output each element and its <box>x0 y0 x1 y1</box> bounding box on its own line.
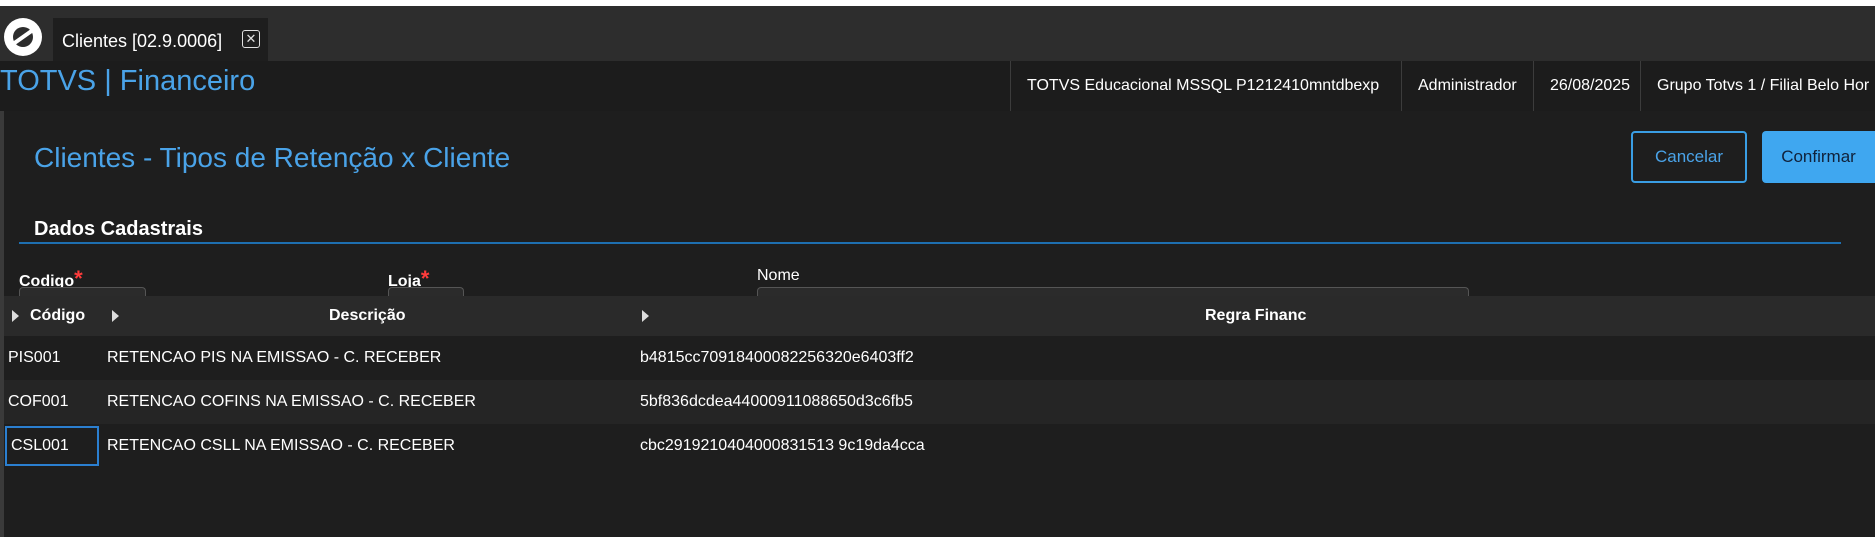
cell-descricao[interactable]: RETENCAO PIS NA EMISSAO - C. RECEBER <box>107 336 441 380</box>
caret-right-icon[interactable] <box>12 310 19 322</box>
cell-codigo[interactable]: PIS001 <box>8 336 60 380</box>
cell-descricao[interactable]: RETENCAO CSLL NA EMISSAO - C. RECEBER <box>107 424 455 468</box>
cell-codigo[interactable]: CSL001 <box>11 424 69 468</box>
confirm-button[interactable]: Confirmar <box>1762 131 1875 183</box>
date-info[interactable]: 26/08/2025 <box>1533 61 1656 111</box>
tab-bar: Clientes [02.9.0006] ✕ <box>0 6 1875 65</box>
page-title: Clientes - Tipos de Retenção x Cliente <box>34 142 511 173</box>
section-divider <box>19 242 1841 244</box>
column-header-regra[interactable]: Regra Financ <box>1205 296 1306 336</box>
cancel-button[interactable]: Cancelar <box>1631 131 1747 183</box>
tab-label: Clientes [02.9.0006] <box>62 31 223 51</box>
caret-right-icon[interactable] <box>112 310 119 322</box>
environment-info[interactable]: TOTVS Educacional MSSQL P1212410mntdbexp <box>1010 61 1417 111</box>
caret-right-icon[interactable] <box>642 310 649 322</box>
branch-info[interactable]: Grupo Totvs 1 / Filial Belo Hor <box>1640 61 1875 111</box>
column-header-descricao[interactable]: Descrição <box>329 296 406 336</box>
column-header-codigo[interactable]: Código <box>30 296 85 336</box>
table-row[interactable]: CSL001 RETENCAO CSLL NA EMISSAO - C. REC… <box>4 424 1875 468</box>
app-brand: TOTVS | Financeiro <box>0 65 256 97</box>
close-icon[interactable]: ✕ <box>242 30 260 48</box>
cell-regra[interactable]: cbc2919210404000831513 9c19da4cca <box>640 424 925 468</box>
app-header: TOTVS | Financeiro TOTVS Educacional MSS… <box>0 61 1875 111</box>
totvs-logo-icon[interactable] <box>4 18 42 56</box>
grid-header: Código Descrição Regra Financ <box>4 296 1875 336</box>
user-info[interactable]: Administrador <box>1401 61 1549 111</box>
cell-regra[interactable]: 5bf836dcdea44000911088650d3c6fb5 <box>640 380 913 424</box>
table-row[interactable]: PIS001 RETENCAO PIS NA EMISSAO - C. RECE… <box>4 336 1875 380</box>
cell-codigo[interactable]: COF001 <box>8 380 68 424</box>
section-title: Dados Cadastrais <box>34 218 203 240</box>
cell-regra[interactable]: b4815cc70918400082256320e6403ff2 <box>640 336 914 380</box>
table-row[interactable]: COF001 RETENCAO COFINS NA EMISSAO - C. R… <box>4 380 1875 424</box>
cell-descricao[interactable]: RETENCAO COFINS NA EMISSAO - C. RECEBER <box>107 380 476 424</box>
tab-clientes[interactable]: Clientes [02.9.0006] ✕ <box>53 18 268 65</box>
nome-label: Nome <box>757 267 800 284</box>
